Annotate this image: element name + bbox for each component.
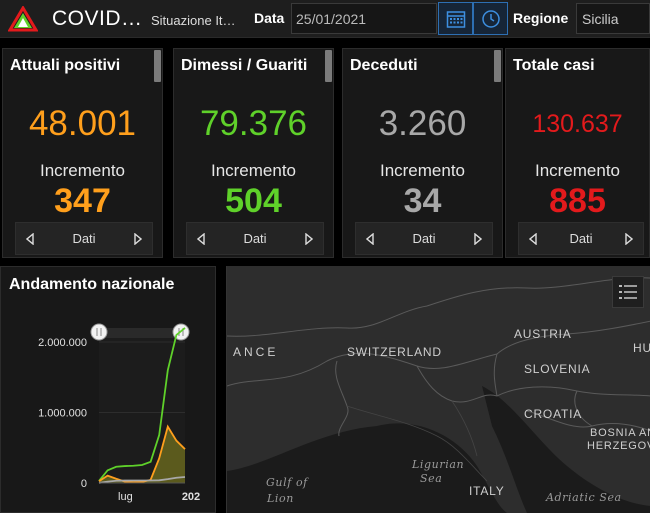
y-tick-label: 2.000.000 <box>38 337 87 349</box>
range-slider-track <box>99 328 181 338</box>
map-sea-lion: Lion <box>267 492 294 505</box>
y-tick-label: 1.000.000 <box>38 408 87 420</box>
card-nav: Dati <box>518 222 644 255</box>
increment-value: 885 <box>549 182 606 220</box>
app-subtitle: Situazione It… <box>151 13 236 28</box>
map-sea-adriatic: Adriatic Sea <box>546 491 622 504</box>
map-label-slovenia: SLOVENIA <box>524 362 591 376</box>
covid-logo-icon <box>8 6 38 32</box>
calendar-icon <box>446 10 465 28</box>
chevron-right-icon[interactable] <box>303 231 315 247</box>
date-input[interactable] <box>291 3 437 34</box>
chevron-right-icon[interactable] <box>132 231 144 247</box>
chevron-right-icon[interactable] <box>623 231 635 247</box>
map-label-switzerland: SWITZERLAND <box>347 345 442 359</box>
card-scrollbar[interactable] <box>494 50 501 82</box>
card-title: Attuali positivi <box>10 57 121 74</box>
region-label: Regione <box>513 10 569 26</box>
increment-value: 504 <box>225 182 282 220</box>
card-value: 79.376 <box>199 104 308 143</box>
app-title: COVID… <box>52 7 143 30</box>
y-tick-label: 0 <box>81 478 87 490</box>
map-label-austria: AUSTRIA <box>514 327 572 341</box>
map-sea-ligurian: Ligurian <box>412 458 465 471</box>
card-title: Dimessi / Guariti <box>181 57 308 74</box>
chevron-right-icon[interactable] <box>472 231 484 247</box>
legend-list-icon <box>619 285 637 299</box>
card-nav: Dati <box>186 222 324 255</box>
date-label: Data <box>254 10 285 26</box>
region-select[interactable]: Sicilia <box>576 3 650 34</box>
card-title: Deceduti <box>350 57 418 74</box>
calendar-button[interactable] <box>438 2 473 35</box>
range-handle-start <box>90 323 108 341</box>
card-scrollbar[interactable] <box>325 50 332 82</box>
map-label-italy: ITALY <box>469 484 505 498</box>
card-attuali-positivi: Attuali positivi 48.001 Incremento 347 D… <box>2 48 163 258</box>
x-tick-label: 202 <box>182 491 200 503</box>
card-scrollbar[interactable] <box>154 50 161 82</box>
map-label-croatia: CROATIA <box>524 407 583 421</box>
clock-button[interactable] <box>473 2 508 35</box>
map-label-herzegovina: HERZEGOV <box>587 440 650 452</box>
card-value: 3.260 <box>378 104 467 143</box>
card-totale-casi: Totale casi 130.637 Incremento 885 Dati <box>505 48 650 258</box>
x-tick-label: lug <box>118 491 133 503</box>
increment-value: 34 <box>403 182 442 220</box>
map-sea-gulf: Gulf of <box>266 476 308 489</box>
increment-label: Incremento <box>379 161 466 180</box>
card-dimessi-guariti: Dimessi / Guariti 79.376 Incremento 504 … <box>173 48 334 258</box>
card-value: 130.637 <box>532 110 623 138</box>
card-title: Totale casi <box>513 57 595 74</box>
app-header: COVID… Situazione It… Data Regione Sicil… <box>0 0 650 38</box>
chart-panel: Andamento nazionale 2.000.000 1.000.000 0 l… <box>0 266 216 513</box>
national-trend-chart[interactable]: 2.000.000 1.000.000 0 lug 202 <box>1 307 215 513</box>
chart-title: Andamento nazionale <box>9 276 175 293</box>
map-label-bosnia: BOSNIA AND <box>590 427 650 439</box>
increment-value: 347 <box>54 182 111 220</box>
card-nav: Dati <box>15 222 153 255</box>
legend-button[interactable] <box>612 276 644 308</box>
map-sea-ligurian-sea: Sea <box>420 472 443 485</box>
card-deceduti: Deceduti 3.260 Incremento 34 Dati <box>342 48 503 258</box>
card-nav: Dati <box>355 222 493 255</box>
map-panel[interactable]: ANCE SWITZERLAND AUSTRIA SLOVENIA CROATI… <box>226 266 650 513</box>
increment-label: Incremento <box>39 161 126 180</box>
clock-icon <box>481 9 500 28</box>
map-label-hungary: HU <box>633 341 650 355</box>
increment-label: Incremento <box>534 161 621 180</box>
card-value: 48.001 <box>28 104 137 143</box>
increment-label: Incremento <box>210 161 297 180</box>
map-label-france: ANCE <box>233 345 279 359</box>
